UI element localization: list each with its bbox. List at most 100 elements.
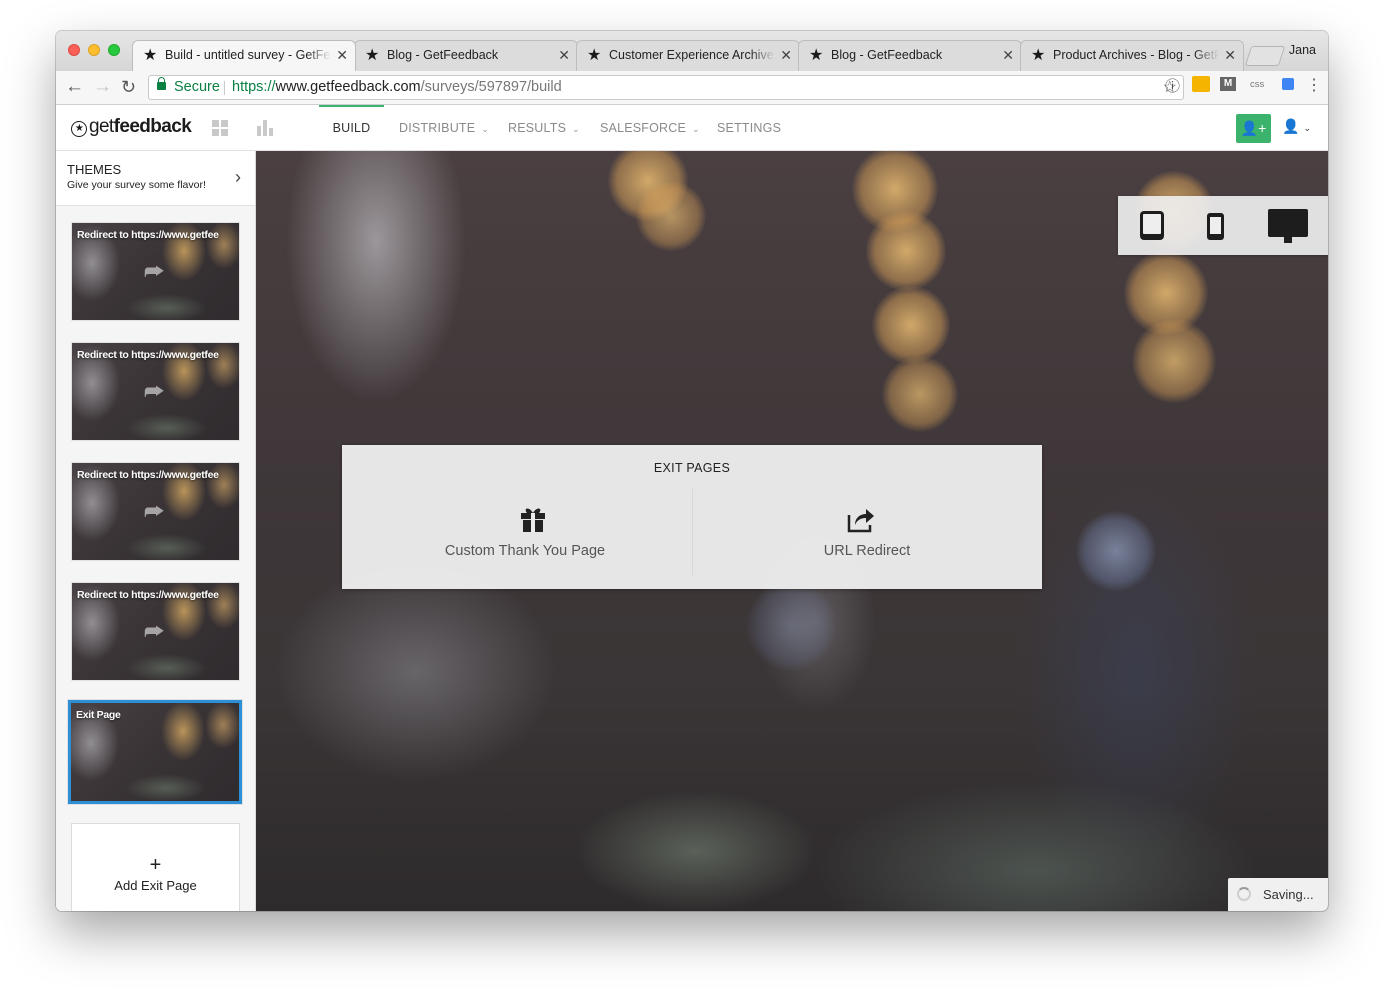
mail-extension-icon[interactable]: M <box>1220 77 1236 91</box>
address-bar[interactable]: Secure https://www.getfeedback.com/surve… <box>148 75 1184 100</box>
browser-tab[interactable]: ★ Blog - GetFeedback ✕ <box>354 40 578 71</box>
page-thumbnail-selected[interactable]: Exit Page <box>68 700 242 804</box>
browser-window: ★ Build - untitled survey - GetFeedback … <box>56 31 1328 911</box>
tab-title: Blog - GetFeedback <box>387 48 499 62</box>
profile-name[interactable]: Jana <box>1289 43 1316 57</box>
lock-icon <box>157 77 166 90</box>
page-thumbnail[interactable]: Redirect to https://www.getfee ⮫ <box>72 223 239 320</box>
tablet-preview-icon[interactable] <box>1140 211 1164 240</box>
tab-distribute-label: DISTRIBUTE <box>399 121 476 135</box>
user-icon: 👤 <box>1282 118 1300 134</box>
tab-distribute[interactable]: DISTRIBUTE ⌄ <box>399 105 489 150</box>
chevron-down-icon: ⌄ <box>1303 123 1311 133</box>
chevron-down-icon: ⌄ <box>572 124 580 134</box>
share-arrow-icon: ⮫ <box>144 259 165 284</box>
url-redirect-option[interactable]: URL Redirect <box>692 491 1042 577</box>
themes-panel-link[interactable]: THEMES Give your survey some flavor! › <box>56 151 255 206</box>
tab-title: Build - untitled survey - GetFeedback <box>165 48 331 62</box>
browser-tab[interactable]: ★ Blog - GetFeedback ✕ <box>798 40 1022 71</box>
browser-tab[interactable]: ★ Build - untitled survey - GetFeedback … <box>132 40 356 71</box>
secure-label: Secure <box>174 79 220 95</box>
star-favicon-icon: ★ <box>809 47 824 64</box>
star-favicon-icon: ★ <box>143 47 158 64</box>
share-arrow-icon: ⮫ <box>144 499 165 524</box>
css-extension-icon[interactable]: css <box>1250 79 1264 90</box>
page-thumbnail-label: Exit Page <box>76 709 121 721</box>
logo-bold: feedback <box>113 116 192 137</box>
plus-icon: + <box>149 854 162 876</box>
reload-icon[interactable]: ↻ <box>121 76 136 98</box>
desktop-preview-icon[interactable] <box>1268 209 1308 243</box>
exit-pages-title: EXIT PAGES <box>653 461 731 475</box>
share-arrow-icon <box>847 509 874 533</box>
close-tab-icon[interactable]: ✕ <box>1224 41 1236 70</box>
chevron-right-icon: › <box>235 167 241 187</box>
tab-results-label: RESULTS <box>508 121 567 135</box>
add-collaborator-button[interactable]: 👤+ <box>1236 114 1271 143</box>
background-bokeh <box>882 356 958 432</box>
url-host: www.getfeedback.com <box>275 79 421 95</box>
phone-preview-icon[interactable] <box>1207 213 1224 240</box>
background-bokeh <box>1132 319 1216 403</box>
tab-title: Product Archives - Blog - GetFeedback <box>1053 48 1219 62</box>
close-tab-icon[interactable]: ✕ <box>558 41 570 70</box>
close-tab-icon[interactable]: ✕ <box>780 41 792 70</box>
user-menu[interactable]: 👤 ⌄ <box>1282 118 1311 135</box>
new-tab-button[interactable] <box>1244 46 1286 66</box>
tab-build[interactable]: BUILD <box>319 105 384 150</box>
page-thumbnail[interactable]: Redirect to https://www.getfee ⮫ <box>72 463 239 560</box>
url-redirect-label: URL Redirect <box>823 543 911 559</box>
bar-chart-icon[interactable] <box>257 120 273 136</box>
close-window-button[interactable] <box>68 44 80 56</box>
themes-title: THEMES <box>67 162 122 177</box>
logo-mark-icon: ★ <box>71 121 87 137</box>
pages-sidebar: THEMES Give your survey some flavor! › R… <box>56 151 256 911</box>
themes-subtitle: Give your survey some flavor! <box>67 179 206 191</box>
chevron-down-icon: ⌄ <box>481 124 490 134</box>
getfeedback-logo[interactable]: ★ getfeedback <box>71 116 192 138</box>
forward-arrow-icon[interactable]: → <box>93 76 112 98</box>
browser-menu-icon[interactable]: ⋮ <box>1306 75 1322 95</box>
url-path: /surveys/597897/build <box>420 79 562 95</box>
share-arrow-icon: ⮫ <box>144 379 165 404</box>
maximize-window-button[interactable] <box>108 44 120 56</box>
page-thumbnail[interactable]: Redirect to https://www.getfee ⮫ <box>72 343 239 440</box>
tab-title: Customer Experience Archives <box>609 48 775 62</box>
close-tab-icon[interactable]: ✕ <box>336 41 348 70</box>
custom-thank-you-page-option[interactable]: Custom Thank You Page <box>350 491 700 577</box>
tab-results[interactable]: RESULTS ⌄ <box>508 105 580 150</box>
add-exit-page-button[interactable]: + Add Exit Page <box>71 823 240 911</box>
background-bokeh <box>872 286 950 364</box>
browser-tab[interactable]: ★ Customer Experience Archives ✕ <box>576 40 800 71</box>
add-user-icon: 👤+ <box>1240 120 1267 136</box>
tab-settings[interactable]: SETTINGS <box>717 105 781 150</box>
tab-salesforce[interactable]: SALESFORCE ⌄ <box>600 105 700 150</box>
address-separator <box>224 81 225 95</box>
back-arrow-icon[interactable]: ← <box>65 76 84 98</box>
background-bokeh <box>636 181 706 251</box>
saving-indicator: Saving... <box>1228 878 1328 911</box>
url-scheme: https:// <box>232 79 276 95</box>
survey-canvas[interactable]: EXIT PAGES Custom Thank You Page URL Red… <box>256 151 1328 911</box>
page-thumbnail-label: Redirect to https://www.getfee <box>77 469 219 481</box>
exit-pages-panel: EXIT PAGES Custom Thank You Page URL Red… <box>342 445 1042 589</box>
grid-icon[interactable] <box>212 120 228 136</box>
chevron-down-icon: ⌄ <box>692 124 700 134</box>
notes-extension-icon[interactable] <box>1192 76 1210 92</box>
tab-title: Blog - GetFeedback <box>831 48 943 62</box>
page-thumbnail[interactable]: Redirect to https://www.getfee ⮫ <box>72 583 239 680</box>
device-preview-toolbar <box>1118 196 1328 255</box>
add-exit-page-label: Add Exit Page <box>114 878 197 893</box>
star-favicon-icon: ★ <box>587 47 602 64</box>
logo-prefix: get <box>89 116 114 137</box>
browser-tab[interactable]: ★ Product Archives - Blog - GetFeedback … <box>1020 40 1244 71</box>
tab-strip: ★ Build - untitled survey - GetFeedback … <box>56 31 1328 71</box>
spinner-icon <box>1237 887 1251 901</box>
dropper-extension-icon[interactable] <box>1282 78 1294 90</box>
close-tab-icon[interactable]: ✕ <box>1002 41 1014 70</box>
page-thumbnail-label: Redirect to https://www.getfee <box>77 229 219 241</box>
minimize-window-button[interactable] <box>88 44 100 56</box>
url-text[interactable]: https://www.getfeedback.com/surveys/5978… <box>232 76 562 99</box>
password-manager-extension-icon[interactable]: ⓘ <box>1165 75 1180 96</box>
browser-toolbar: ← → ↻ Secure https://www.getfeedback.com… <box>56 71 1328 105</box>
